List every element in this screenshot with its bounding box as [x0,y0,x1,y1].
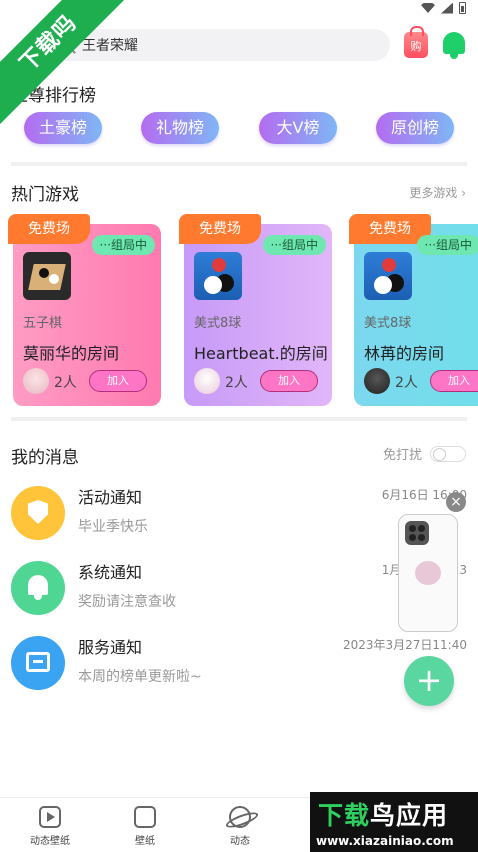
activity-icon-circle [11,486,65,540]
nav-feed[interactable]: 动态 [200,806,280,847]
search-input[interactable] [82,37,342,53]
shield-icon [28,500,48,524]
message-subtitle: 毕业季快乐 [78,519,148,535]
game-card-2[interactable]: 免费场 ···组局中 美式8球 Heartbeat.的房间 2人 加入 [179,214,332,406]
inbox-icon [26,652,50,672]
avatar [194,368,220,394]
app-screen: 下载吗 购 至尊排行榜 土豪榜 礼物榜 大V榜 原创榜 热门游戏 更多游戏 › … [0,0,478,852]
nav-wallpaper[interactable]: 壁纸 [105,806,185,847]
message-title: 活动通知 [78,488,143,507]
brand-url: www.xiazainiao.com [316,834,454,848]
shop-bag-icon[interactable]: 购 [404,26,428,58]
brand-watermark: 下载鸟应用 www.xiazainiao.com [310,792,478,852]
game-name: 五子棋 [23,316,63,331]
dnd-label: 免打扰 [382,448,422,463]
divider [11,417,467,421]
notification-bell-icon[interactable] [443,32,465,59]
pool-thumbnail [194,252,242,300]
bell-clapper [34,595,42,600]
more-games-label: 更多游戏 [409,186,458,200]
player-count: 2人 [395,375,418,391]
sticker-graphic [415,561,441,585]
status-badge: ···组局中 [91,235,155,255]
room-name: 莫丽华的房间 [23,344,120,363]
join-button[interactable]: 加入 [260,370,318,392]
brand-title-a: 下载 [318,801,371,830]
nav-label: 壁纸 [135,836,155,847]
free-tag: 免费场 [8,214,90,244]
close-ad-button[interactable]: × [446,492,466,512]
dnd-toggle[interactable] [430,445,466,462]
more-games-link[interactable]: 更多游戏 › [409,184,466,201]
message-title: 服务通知 [78,638,143,657]
ranking-pills: 土豪榜 礼物榜 大V榜 原创榜 [24,112,454,144]
rank-pill-bigv[interactable]: 大V榜 [259,112,337,144]
status-badge: ···组局中 [416,235,478,255]
nav-label: 动态 [230,836,250,847]
image-icon [134,806,156,828]
room-name: Heartbeat.的房间 [194,344,328,363]
game-name: 美式8球 [194,316,242,331]
nav-label: 动态壁纸 [30,836,70,847]
wifi-icon [421,3,435,13]
pool-thumbnail [364,252,412,300]
rank-pill-tuhao[interactable]: 土豪榜 [24,112,102,144]
gomoku-thumbnail [23,252,71,300]
bell-icon [28,575,48,595]
chevron-right-icon: › [461,186,466,200]
join-button[interactable]: 加入 [89,370,147,392]
message-title: 系统通知 [78,563,143,582]
battery-icon [459,2,466,14]
signal-icon [441,2,453,14]
room-name: 林苒的房间 [364,344,445,363]
corner-watermark: 下载吗 [0,0,132,127]
nav-live-wallpaper[interactable]: 动态壁纸 [10,806,90,847]
message-subtitle: 本周的榜单更新啦~ [78,669,202,685]
brand-title-b: 鸟应用 [370,801,449,830]
phone-camera-graphic [405,521,429,545]
message-subtitle: 奖励请注意查收 [78,594,176,610]
add-button[interactable]: + [404,656,454,706]
message-item-service[interactable]: 服务通知 本周的榜单更新啦~ 2023年3月27日11:40 [11,634,467,692]
game-card-1[interactable]: 免费场 ···组局中 五子棋 莫丽华的房间 2人 加入 [8,214,161,406]
brand-title: 下载鸟应用 [318,796,448,832]
rank-pill-gift[interactable]: 礼物榜 [141,112,219,144]
join-button[interactable]: 加入 [430,370,478,392]
rank-pill-original[interactable]: 原创榜 [376,112,454,144]
service-icon-circle [11,636,65,690]
player-count: 2人 [225,375,248,391]
planet-icon [229,806,251,828]
status-badge: ···组局中 [262,235,326,255]
avatar [364,368,390,394]
message-time: 2023年3月27日11:40 [342,638,467,652]
divider [11,162,467,166]
floating-ad-phone-case[interactable] [398,514,458,632]
messages-title: 我的消息 [11,448,79,468]
do-not-disturb: 免打扰 [383,444,466,463]
search-bar[interactable] [40,29,390,61]
player-count: 2人 [54,375,77,391]
games-title: 热门游戏 [11,185,79,205]
game-card-3[interactable]: 免费场 ···组局中 美式8球 林苒的房间 2人 加入 [349,214,478,406]
system-icon-circle [11,561,65,615]
free-tag: 免费场 [179,214,261,244]
play-icon [39,806,61,828]
game-name: 美式8球 [364,316,412,331]
avatar [23,368,49,394]
